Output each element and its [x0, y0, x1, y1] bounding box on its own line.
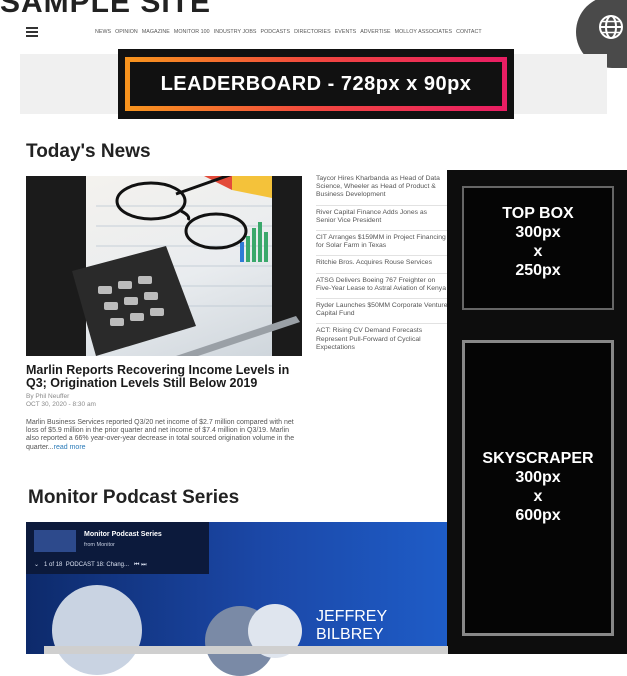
- read-more-link[interactable]: read more: [54, 444, 86, 451]
- headline-link[interactable]: Ryder Launches $50MM Corporate Venture C…: [316, 299, 448, 325]
- nav-item-industry-jobs[interactable]: INDUSTRY JOBS: [214, 29, 257, 35]
- episode-counter: 1 of 18: [44, 562, 63, 568]
- nav-item-contact[interactable]: CONTACT: [456, 29, 482, 35]
- leaderboard-ad-frame: LEADERBOARD - 728px x 90px: [125, 57, 507, 111]
- podcast-player-title: Monitor Podcast Series: [84, 531, 162, 538]
- podcast-thumbnail: [34, 530, 76, 552]
- top-box-line: 300px: [515, 224, 561, 241]
- calculator-and-glasses-illustration: [72, 176, 300, 356]
- top-box-ad[interactable]: TOP BOX 300px x 250px: [462, 186, 614, 310]
- nav-item-directories[interactable]: DIRECTORIES: [294, 29, 331, 35]
- skyscraper-ad-label: SKYSCRAPER 300px x 600px: [465, 343, 611, 525]
- skyscraper-ad[interactable]: SKYSCRAPER 300px x 600px: [462, 340, 614, 636]
- skyscraper-line: SKYSCRAPER: [482, 450, 594, 467]
- headline-link[interactable]: ATSG Delivers Boeing 767 Freighter on Fi…: [316, 274, 448, 300]
- podcast-controls: ⌄ 1 of 18 PODCAST 18: Chang... ⏮ ⏭: [34, 561, 147, 569]
- nav-item-monitor-100[interactable]: MONITOR 100: [174, 29, 210, 35]
- host-portrait: [52, 585, 142, 675]
- section-heading-todays-news: Today's News: [26, 141, 151, 162]
- leaderboard-ad-label: LEADERBOARD - 728px x 90px: [160, 72, 472, 95]
- feature-headline[interactable]: Marlin Reports Recovering Income Levels …: [26, 364, 306, 390]
- headline-link[interactable]: Ritchie Bros. Acquires Rouse Services: [316, 256, 448, 274]
- feature-author[interactable]: By Phil Neuffer: [26, 393, 96, 401]
- headline-link[interactable]: ACT: Rising CV Demand Forecasts Represen…: [316, 324, 448, 357]
- nav-item-opinion[interactable]: OPINION: [115, 29, 138, 35]
- feature-byline: By Phil Neuffer OCT 30, 2020 - 8:30 am: [26, 393, 96, 409]
- headline-list: Taycor Hires Kharbanda as Head of Data S…: [316, 172, 448, 357]
- nav-item-advertise[interactable]: ADVERTISE: [360, 29, 390, 35]
- main-nav: NEWS OPINION MAGAZINE MONITOR 100 INDUST…: [95, 29, 482, 35]
- skyscraper-line: 600px: [515, 507, 561, 524]
- hamburger-menu-icon[interactable]: [26, 27, 38, 37]
- chevron-down-icon[interactable]: ⌄: [34, 562, 39, 568]
- headline-link[interactable]: CIT Arranges $159MM in Project Financing…: [316, 231, 448, 257]
- top-box-line: TOP BOX: [502, 205, 574, 222]
- nav-item-news[interactable]: NEWS: [95, 29, 111, 35]
- nav-item-events[interactable]: EVENTS: [335, 29, 357, 35]
- previous-track-icon[interactable]: ⏮: [134, 562, 139, 568]
- headline-link[interactable]: River Capital Finance Adds Jones as Seni…: [316, 206, 448, 232]
- feature-image[interactable]: [26, 176, 302, 356]
- skyscraper-line: x: [533, 488, 543, 505]
- podcast-progress-bar[interactable]: [44, 646, 448, 654]
- guest-name: JEFFREY BILBREY: [316, 608, 387, 644]
- headline-link[interactable]: Taycor Hires Kharbanda as Head of Data S…: [316, 172, 448, 206]
- feature-excerpt: Marlin Business Services reported Q3/20 …: [26, 419, 302, 452]
- podcast-player-subtitle: from Monitor: [84, 542, 115, 548]
- top-box-line: 250px: [515, 262, 561, 279]
- feature-date: OCT 30, 2020 - 8:30 am: [26, 401, 96, 408]
- leaderboard-ad[interactable]: LEADERBOARD - 728px x 90px: [118, 49, 514, 119]
- guest-last-name: BILBREY: [316, 626, 384, 643]
- nav-item-molloy-associates[interactable]: MOLLOY ASSOCIATES: [395, 29, 452, 35]
- site-logo[interactable]: SAMPLE SITE: [0, 0, 211, 20]
- section-heading-podcast-series: Monitor Podcast Series: [28, 487, 240, 508]
- nav-item-podcasts[interactable]: PODCASTS: [261, 29, 291, 35]
- episode-title[interactable]: PODCAST 18: Chang...: [66, 562, 129, 568]
- globe-icon[interactable]: [598, 14, 624, 40]
- nav-item-magazine[interactable]: MAGAZINE: [142, 29, 170, 35]
- top-box-line: x: [533, 243, 543, 260]
- skyscraper-line: 300px: [515, 469, 561, 486]
- top-box-ad-label: TOP BOX 300px x 250px: [464, 188, 612, 280]
- next-track-icon[interactable]: ⏭: [141, 562, 146, 568]
- guest-first-name: JEFFREY: [316, 608, 388, 625]
